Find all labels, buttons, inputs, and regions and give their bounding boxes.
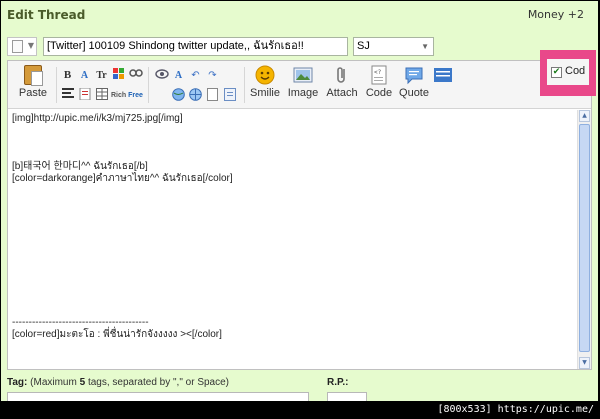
edit-thread-panel: Edit Thread Money +2 ▼ [Twitter] 100109 … (1, 1, 598, 401)
watermark: [800x533] https://upic.me/ (437, 404, 594, 415)
subscript-icon[interactable] (434, 68, 452, 83)
font-color-icon[interactable]: A (77, 68, 92, 83)
forum-select-value: SJ (357, 40, 370, 52)
color-palette-icon[interactable] (111, 68, 126, 83)
editor-line: ----------------------------------------… (12, 317, 149, 328)
editor-line: [img]http://upic.me/i/k3/mj725.jpg[/img] (12, 113, 183, 124)
rich-text-button[interactable]: Rich (111, 88, 126, 103)
document-icon (12, 40, 23, 53)
undo-icon[interactable]: ↶ (188, 68, 203, 83)
paste-label: Paste (18, 87, 48, 99)
redo-icon[interactable]: ↷ (205, 68, 220, 83)
image-label: Image (287, 87, 319, 99)
quote-label: Quote (399, 87, 429, 99)
tag-label: Tag: (7, 377, 28, 388)
thread-type-select[interactable]: ▼ (7, 37, 37, 56)
tag-hint-pre: (Maximum (30, 377, 80, 388)
checkbox-icon[interactable]: ✔ (551, 67, 562, 78)
chevron-down-icon: ▼ (421, 42, 429, 51)
editor-toolbar: Paste B A Tr Rich Free A ↶ ↷ Smilie Imag… (8, 61, 591, 109)
smilie-button[interactable]: Smilie (248, 65, 282, 99)
spellcheck-icon[interactable]: A (171, 68, 186, 83)
code-mode-highlight: ✔ Cod (540, 50, 596, 96)
tag-label-row: Tag: (Maximum 5 tags, separated by "," o… (7, 377, 229, 388)
tag-hint-post: tags, separated by "," or Space) (85, 377, 230, 388)
subject-input[interactable]: [Twitter] 100109 Shindong twitter update… (43, 37, 348, 56)
editor-scrollbar[interactable]: ▲ ▼ (577, 110, 591, 369)
paperclip-icon (337, 67, 345, 83)
code-mode-label: Cod (565, 65, 586, 77)
smiley-icon (255, 65, 275, 85)
toolbar-separator (56, 67, 57, 103)
code-mode-toggle[interactable]: ✔ Cod (547, 59, 589, 85)
attach-button[interactable]: Attach (323, 65, 361, 99)
speech-bubble-icon (405, 67, 423, 85)
smilie-label: Smilie (250, 87, 280, 99)
code-icon: <? (371, 65, 387, 85)
rp-input[interactable] (327, 392, 367, 401)
chevron-down-icon: ▼ (27, 41, 34, 50)
svg-text:<?: <? (374, 69, 382, 76)
image-button[interactable]: Image (284, 65, 322, 99)
toolbar-separator (148, 67, 149, 103)
code-label: Code (365, 87, 393, 99)
attach-label: Attach (326, 87, 358, 99)
code-page-icon[interactable] (222, 88, 237, 103)
table-icon[interactable] (94, 88, 109, 103)
scroll-down-arrow-icon[interactable]: ▼ (579, 357, 590, 369)
editor-line: [color=red]มะตะโอ : พี่ชื่นน่ารักจังงงงง… (12, 329, 222, 340)
world-icon[interactable] (188, 88, 203, 103)
free-text-button[interactable]: Free (128, 88, 143, 103)
image-icon (293, 67, 313, 83)
scrollbar-thumb[interactable] (579, 124, 590, 352)
editor-line: [b]태국어 한마디^^ ฉันรักเธอ[/b] (12, 161, 148, 172)
page-icon[interactable] (205, 88, 220, 103)
scroll-up-arrow-icon[interactable]: ▲ (579, 110, 590, 122)
toolbar-separator (244, 67, 245, 103)
message-editor: Paste B A Tr Rich Free A ↶ ↷ Smilie Imag… (7, 60, 592, 370)
list-icon[interactable] (77, 87, 92, 103)
forum-select[interactable]: SJ ▼ (353, 37, 434, 56)
clipboard-icon (24, 65, 43, 86)
rp-label: R.P.: (327, 377, 349, 388)
code-button[interactable]: <? Code (362, 65, 396, 99)
font-size-icon[interactable]: Tr (94, 68, 109, 83)
tag-input[interactable] (7, 392, 309, 401)
image-footer: [800x533] https://upic.me/ (0, 401, 600, 419)
editor-line: [color=darkorange]คำภาษาไทย^^ ฉันรักเธอ[… (12, 173, 233, 184)
align-left-icon[interactable] (60, 88, 75, 103)
page-title: Edit Thread (7, 8, 86, 22)
message-textarea[interactable]: [img]http://upic.me/i/k3/mj725.jpg[/img]… (8, 110, 577, 369)
globe-icon[interactable] (171, 88, 186, 103)
quote-button[interactable]: Quote (396, 65, 432, 99)
money-indicator: Money +2 (527, 8, 584, 21)
eye-icon[interactable] (154, 68, 169, 83)
link-icon[interactable] (128, 68, 143, 83)
paste-button[interactable]: Paste (12, 65, 54, 105)
bold-icon[interactable]: B (60, 68, 75, 83)
